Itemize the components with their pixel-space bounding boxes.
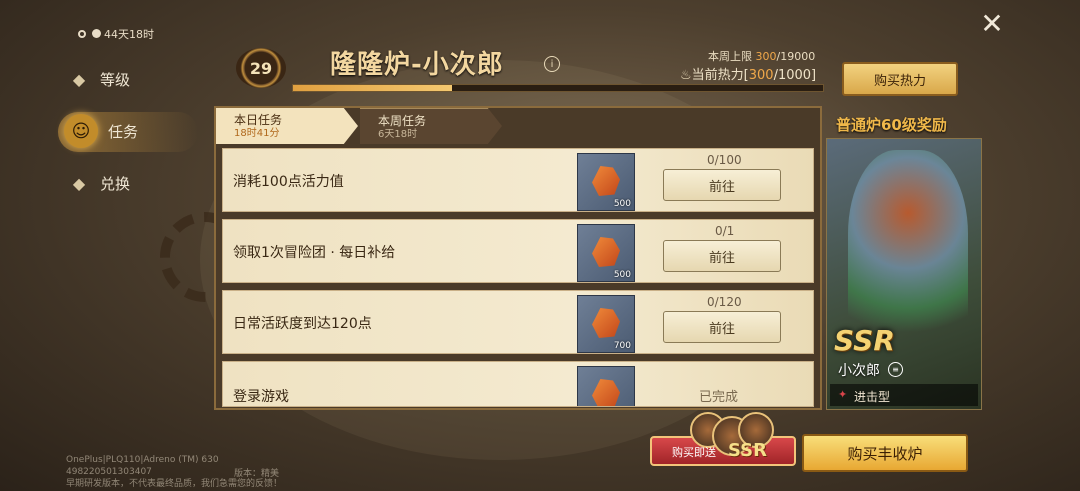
exchange-icon: ◆ [72, 173, 86, 193]
weekly-cap-value: 300 [755, 50, 777, 63]
task-progress: 0/1 [715, 224, 735, 238]
tab-label: 本日任务 [234, 113, 283, 127]
details-icon[interactable]: ≡ [888, 362, 903, 377]
watermark-line: 早期研发版本，不代表最终品质，我们急需您的反馈！ [66, 479, 283, 489]
weekly-cap-max: /19000 [776, 50, 816, 63]
watermark-line: OnePlus|PLQ110|Adreno (TM) 630 [66, 455, 219, 465]
rarity-label: SSR [834, 324, 895, 357]
info-icon[interactable]: i [544, 56, 560, 72]
gem-icon [592, 308, 620, 338]
flame-icon: ♨ [680, 68, 692, 83]
tab-timer: 6天18时 [378, 129, 418, 140]
event-timer: 44天18时 [78, 26, 154, 42]
tab-label: 本周任务 [378, 114, 427, 128]
indicator-dot-icon [78, 30, 86, 38]
sidebar-item-exchange[interactable]: ◆ 兑换 [68, 172, 130, 194]
heat-value: 300 [748, 68, 774, 83]
go-button[interactable]: 前往 [663, 311, 781, 343]
task-icon: ☺ [64, 114, 98, 148]
gem-icon [592, 166, 620, 196]
heat-progress-fill [293, 85, 452, 91]
task-label: 消耗100点活力值 [233, 174, 344, 190]
clock-icon [92, 29, 101, 38]
reward-panel-title: 普通炉60级奖励 [836, 116, 947, 134]
completed-status: 已完成 [699, 390, 739, 405]
buy-heat-button[interactable]: 购买热力 [842, 62, 958, 96]
attack-type-icon: ✦ [838, 388, 848, 401]
level-number: 29 [249, 58, 273, 78]
level-icon: ◆ [72, 69, 86, 89]
go-button[interactable]: 前往 [663, 240, 781, 272]
gift-rarity: SSR [728, 440, 767, 461]
reward-quantity: 500 [613, 199, 631, 209]
page-title: 隆隆炉-小次郎 [330, 50, 504, 80]
close-icon[interactable]: ✕ [978, 10, 1006, 38]
task-label: 领取1次冒险团 · 每日补给 [233, 245, 396, 261]
character-type: 进击型 [854, 390, 891, 404]
sidebar-item-label: 任务 [108, 122, 139, 141]
tab-weekly-tasks[interactable]: 本周任务 6天18时 [360, 108, 502, 144]
task-row: 领取1次冒险团 · 每日补给 500 0/1 前往 [222, 219, 814, 283]
task-label: 登录游戏 [233, 389, 289, 405]
gem-icon [592, 237, 620, 267]
tab-daily-tasks[interactable]: 本日任务 18时41分 [216, 108, 358, 144]
reward-item[interactable]: 500 [577, 153, 635, 211]
reward-quantity: 500 [613, 270, 631, 280]
character-name: 小次郎 [838, 363, 880, 379]
task-row: 登录游戏 已完成 [222, 361, 814, 407]
heat-progress-bar [292, 84, 824, 92]
weekly-cap: 本周上限 300/19000 [708, 48, 815, 64]
task-label: 日常活跃度到达120点 [233, 316, 372, 332]
reward-quantity: 700 [613, 341, 631, 351]
event-timer-text: 44天18时 [104, 28, 154, 41]
gift-text: 购买即送 [672, 446, 716, 459]
task-row: 消耗100点活力值 500 0/100 前往 [222, 148, 814, 212]
task-progress: 0/120 [707, 295, 742, 309]
reward-item[interactable]: 500 [577, 224, 635, 282]
tab-timer: 18时41分 [234, 128, 280, 139]
card-footer [830, 384, 978, 406]
gem-icon [592, 379, 620, 406]
sidebar-item-level[interactable]: ◆ 等级 [68, 68, 130, 90]
sidebar-item-label: 等级 [100, 70, 131, 89]
reward-item[interactable]: 700 [577, 295, 635, 353]
heat-label: 当前热力 [691, 68, 744, 83]
task-row: 日常活跃度到达120点 700 0/120 前往 [222, 290, 814, 354]
go-button[interactable]: 前往 [663, 169, 781, 201]
buy-furnace-button[interactable]: 购买丰收炉 [802, 434, 968, 472]
reward-item[interactable] [577, 366, 635, 406]
current-heat: ♨当前热力[300/1000] [680, 68, 817, 83]
sidebar-item-task[interactable]: ☺ 任务 [64, 114, 138, 148]
weekly-cap-label: 本周上限 [708, 50, 752, 63]
task-progress: 0/100 [707, 153, 742, 167]
sidebar-item-label: 兑换 [100, 174, 131, 193]
watermark-version: 版本：精美 [234, 469, 280, 479]
level-badge: 29 [236, 48, 286, 88]
heat-max: /1000 [773, 68, 812, 83]
